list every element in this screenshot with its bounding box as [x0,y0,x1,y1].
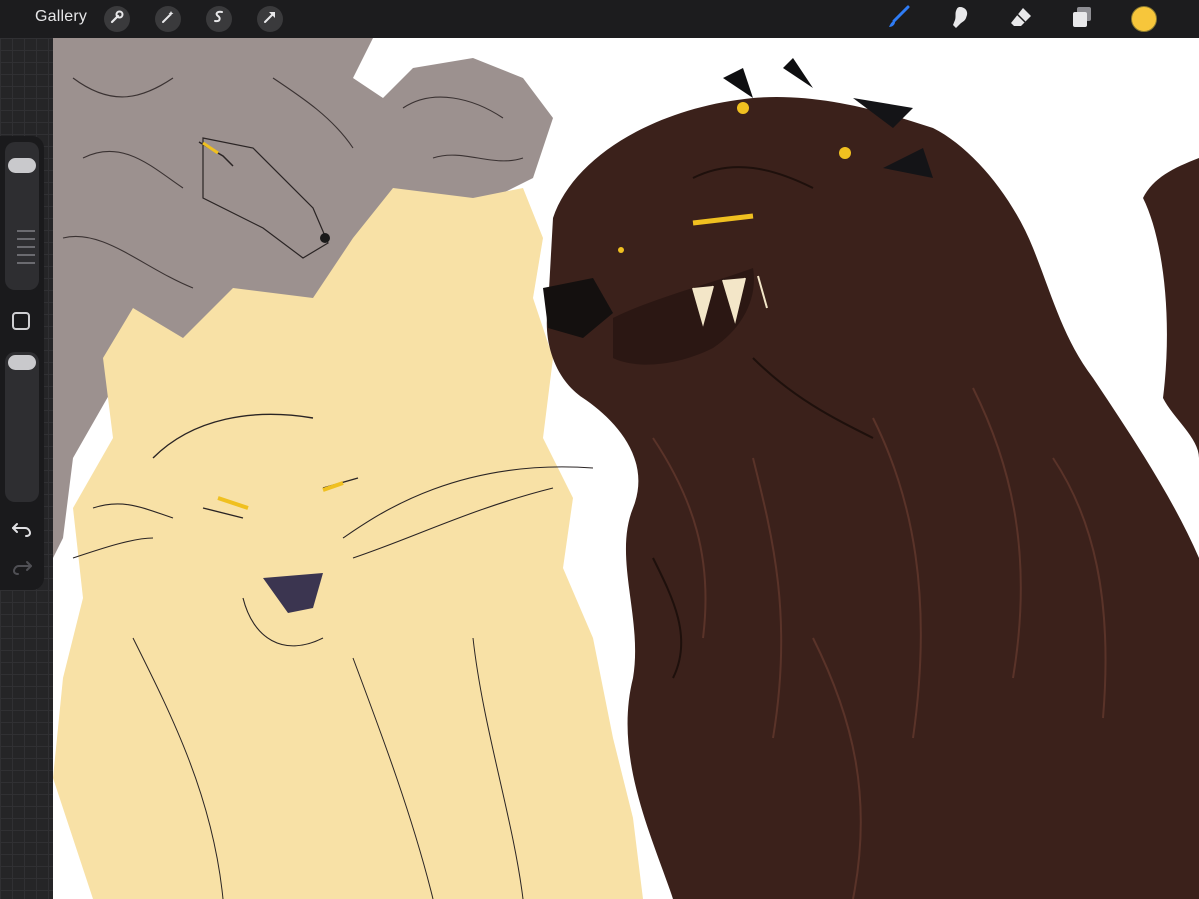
slider-tick [17,230,35,232]
brown-wolf-painting [543,58,1199,899]
selection-button[interactable] [206,6,232,32]
redo-button[interactable] [10,558,34,580]
top-toolbar: Gallery [0,0,1199,38]
artwork [53,38,1199,899]
slider-tick [17,238,35,240]
opacity-slider[interactable] [5,352,39,502]
opacity-thumb[interactable] [8,355,36,370]
brush-tool-button[interactable] [886,4,912,35]
selection-icon [211,9,227,30]
layers-icon [1069,4,1095,35]
brush-size-slider[interactable] [5,142,39,290]
gallery-button[interactable]: Gallery [35,8,87,26]
brush-icon [886,4,912,35]
slider-tick [17,246,35,248]
smudge-tool-button[interactable] [947,6,973,32]
undo-button[interactable] [10,520,34,542]
smudge-icon [947,4,973,35]
brush-size-thumb[interactable] [8,157,36,173]
redo-icon [11,558,33,581]
drawing-canvas[interactable] [53,38,1199,899]
left-sidebar [0,136,44,590]
actions-button[interactable] [104,6,130,32]
undo-icon [11,520,33,543]
slider-tick [17,254,35,256]
transform-arrow-icon [262,9,278,30]
eraser-tool-button[interactable] [1008,6,1034,32]
transform-button[interactable] [257,6,283,32]
slider-tick [17,262,35,264]
adjustments-button[interactable] [155,6,181,32]
modify-button[interactable] [12,312,30,330]
eraser-icon [1008,4,1034,35]
layers-button[interactable] [1069,6,1095,32]
color-picker-button[interactable] [1131,6,1157,32]
magic-wand-icon [160,9,176,30]
wrench-icon [109,9,125,30]
